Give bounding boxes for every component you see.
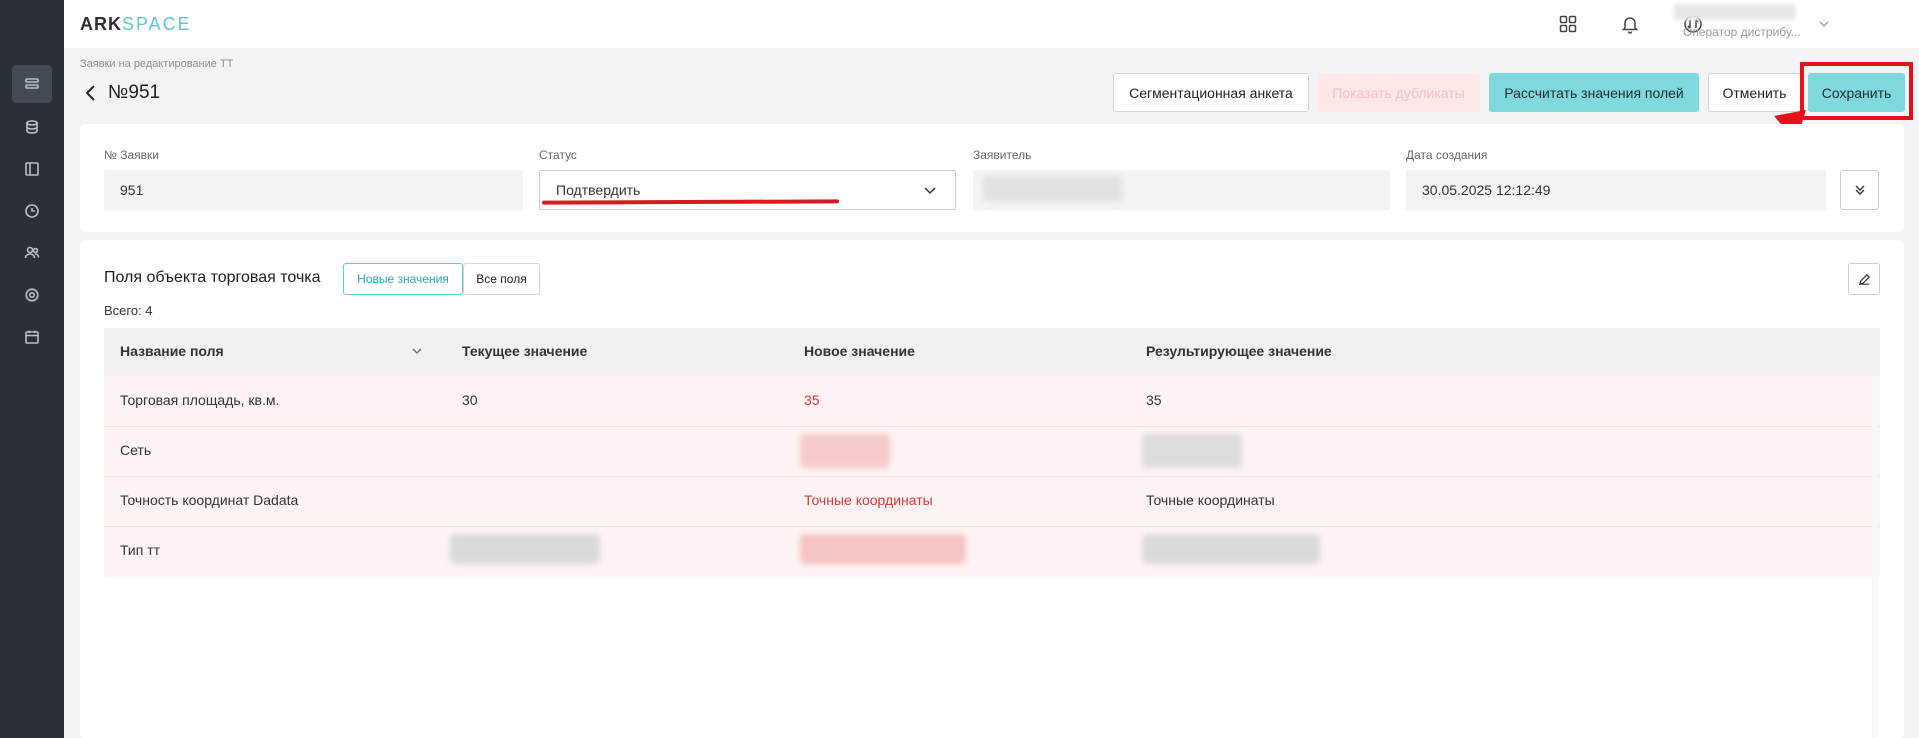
save-highlight-frame xyxy=(1800,62,1913,120)
segmentation-form-button[interactable]: Сегментационная анкета xyxy=(1113,73,1309,112)
chevron-down-icon[interactable] xyxy=(410,344,424,358)
chevron-down-icon[interactable] xyxy=(1818,18,1830,30)
tab-all-fields[interactable]: Все поля xyxy=(463,263,540,295)
new-value-redacted xyxy=(800,534,966,564)
row-result-value: Точные координаты xyxy=(1146,492,1275,508)
clock-icon[interactable] xyxy=(12,192,52,230)
sidebar xyxy=(0,0,64,738)
result-value-redacted xyxy=(1142,534,1320,564)
table-row xyxy=(104,376,1880,426)
row-field-name: Торговая площадь, кв.м. xyxy=(120,392,280,408)
users-icon[interactable] xyxy=(12,234,52,272)
applicant-redacted xyxy=(983,176,1123,202)
row-new-value: 35 xyxy=(804,392,820,408)
show-duplicates-button[interactable]: Показать дубликаты xyxy=(1317,73,1480,112)
list-icon[interactable] xyxy=(12,65,52,103)
app-logo[interactable]: ARKSPACE xyxy=(80,14,192,35)
section-title: Поля объекта торговая точка xyxy=(104,269,321,286)
column-new-value: Новое значение xyxy=(804,343,915,359)
row-result-value: 35 xyxy=(1146,392,1162,408)
row-new-value: Точные координаты xyxy=(804,492,933,508)
status-label: Статус xyxy=(539,148,577,162)
table-row xyxy=(104,477,1880,527)
calendar-icon[interactable] xyxy=(12,318,52,356)
row-field-name: Сеть xyxy=(120,442,152,458)
table-row xyxy=(104,527,1880,577)
new-value-redacted xyxy=(800,434,890,468)
cancel-button[interactable]: Отменить xyxy=(1708,73,1801,112)
database-icon[interactable] xyxy=(12,108,52,146)
pencil-icon xyxy=(1858,273,1870,285)
expand-button[interactable] xyxy=(1840,170,1879,210)
breadcrumb[interactable]: Заявки на редактирование ТТ xyxy=(80,58,233,70)
double-chevron-down-icon xyxy=(1855,185,1864,195)
calculate-fields-button[interactable]: Рассчитать значения полей xyxy=(1489,73,1699,112)
request-no-field: 951 xyxy=(104,170,523,210)
page-title: №951 xyxy=(108,82,161,103)
user-name[interactable] xyxy=(1674,4,1796,20)
column-field-name[interactable]: Название поля xyxy=(120,343,224,359)
settings-icon[interactable] xyxy=(12,276,52,314)
request-no-label: № Заявки xyxy=(104,148,159,162)
created-date-label: Дата создания xyxy=(1406,148,1488,162)
row-field-name: Точность координат Dadata xyxy=(120,492,299,508)
total-count: Всего: 4 xyxy=(104,303,153,318)
column-result-value: Результирующее значение xyxy=(1146,343,1332,359)
edit-button[interactable] xyxy=(1848,263,1880,295)
book-icon[interactable] xyxy=(12,150,52,188)
user-role[interactable]: Оператор дистрибу... xyxy=(1683,25,1801,39)
content-edge xyxy=(1872,376,1878,738)
back-arrow-icon[interactable] xyxy=(84,84,98,102)
chevron-down-icon[interactable] xyxy=(922,182,938,198)
created-date-field: 30.05.2025 12:12:49 xyxy=(1406,170,1826,210)
apps-grid-icon[interactable] xyxy=(1556,12,1580,36)
result-value-redacted xyxy=(1142,434,1242,468)
applicant-label: Заявитель xyxy=(973,148,1032,162)
table-row xyxy=(104,427,1880,477)
row-field-name: Тип тт xyxy=(120,542,161,558)
column-current-value: Текущее значение xyxy=(462,343,588,359)
table-header xyxy=(104,328,1880,376)
current-value-redacted xyxy=(450,534,600,564)
bell-icon[interactable] xyxy=(1618,12,1642,36)
tab-new-values[interactable]: Новые значения xyxy=(343,263,463,295)
row-current-value: 30 xyxy=(462,392,478,408)
